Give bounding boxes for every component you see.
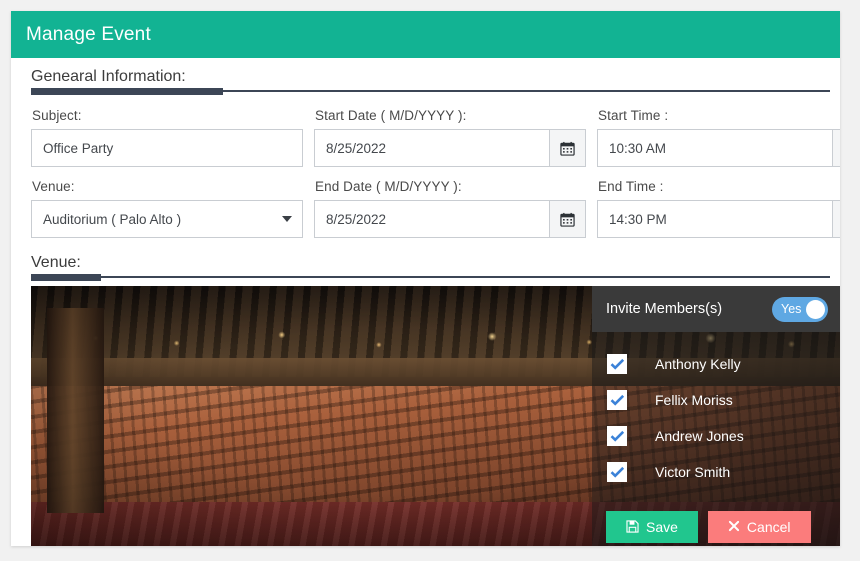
end-time-input[interactable]: 14:30 PM — [597, 200, 840, 238]
cancel-button-label: Cancel — [746, 519, 791, 535]
member-name: Victor Smith — [655, 464, 731, 480]
end-time-input-value[interactable]: 14:30 PM — [598, 201, 832, 237]
venue-select-value[interactable]: Auditorium ( Palo Alto ) — [32, 201, 272, 237]
manage-event-card: Manage Event Genearal Information: Subje… — [11, 11, 840, 546]
checkbox-icon[interactable] — [607, 390, 627, 410]
list-item[interactable]: Anthony Kelly — [592, 346, 840, 382]
invite-members-panel: Invite Members(s) Yes Anthony Kelly Fell… — [592, 286, 840, 546]
field-subject: Subject: Office Party — [31, 102, 303, 167]
list-item[interactable]: Victor Smith — [592, 454, 840, 490]
label-start-date: Start Date ( M/D/YYYY ): — [315, 108, 467, 123]
save-button[interactable]: Save — [606, 511, 698, 543]
calendar-icon[interactable] — [549, 130, 585, 166]
field-end-date: End Date ( M/D/YYYY ): 8/25/2022 — [314, 173, 586, 238]
app-root: Manage Event Genearal Information: Subje… — [0, 0, 860, 561]
close-x-icon — [728, 520, 740, 534]
field-start-time: Start Time : 10:30 AM — [597, 102, 840, 167]
page-title: Manage Event — [26, 23, 151, 45]
checkbox-icon[interactable] — [607, 354, 627, 374]
start-date-input-value[interactable]: 8/25/2022 — [315, 130, 549, 166]
section-accent-bar — [31, 274, 101, 281]
checkbox-icon[interactable] — [607, 426, 627, 446]
section-title-general: Genearal Information: — [31, 68, 186, 85]
section-divider-general — [31, 88, 830, 95]
start-date-input[interactable]: 8/25/2022 — [314, 129, 586, 167]
end-date-input-value[interactable]: 8/25/2022 — [315, 201, 549, 237]
member-name: Anthony Kelly — [655, 356, 741, 372]
member-name: Andrew Jones — [655, 428, 744, 444]
cancel-button[interactable]: Cancel — [707, 511, 811, 543]
event-form: Subject: Office Party Start Date ( M/D/Y… — [21, 92, 840, 244]
clock-icon[interactable] — [832, 201, 840, 237]
subject-input[interactable]: Office Party — [31, 129, 303, 167]
member-name: Fellix Moriss — [655, 392, 733, 408]
field-start-date: Start Date ( M/D/YYYY ): 8/25/2022 — [314, 102, 586, 167]
invite-members-toggle[interactable]: Yes — [772, 296, 828, 322]
section-divider-venue — [31, 274, 830, 281]
calendar-icon[interactable] — [549, 201, 585, 237]
venue-image: Invite Members(s) Yes Anthony Kelly Fell… — [31, 286, 840, 546]
field-venue: Venue: Auditorium ( Palo Alto ) — [31, 173, 303, 238]
venue-select[interactable]: Auditorium ( Palo Alto ) — [31, 200, 303, 238]
save-button-label: Save — [646, 519, 678, 535]
start-time-input-value[interactable]: 10:30 AM — [598, 130, 832, 166]
end-date-input[interactable]: 8/25/2022 — [314, 200, 586, 238]
section-accent-bar — [31, 88, 223, 95]
invite-panel-title: Invite Members(s) — [606, 301, 723, 317]
toggle-knob — [806, 299, 825, 319]
clock-icon[interactable] — [832, 130, 840, 166]
checkbox-icon[interactable] — [607, 462, 627, 482]
chevron-down-icon[interactable] — [272, 201, 302, 237]
label-subject: Subject: — [32, 108, 82, 123]
invite-panel-actions: Save Cancel — [606, 511, 811, 543]
label-end-time: End Time : — [598, 179, 664, 194]
section-venue: Venue: — [21, 244, 830, 281]
field-end-time: End Time : 14:30 PM — [597, 173, 840, 238]
card-body: Genearal Information: Subject: Office Pa… — [11, 58, 840, 546]
invite-toggle-label: Yes — [781, 302, 802, 316]
subject-input-value[interactable]: Office Party — [32, 130, 302, 166]
list-item[interactable]: Fellix Moriss — [592, 382, 840, 418]
member-list: Anthony Kelly Fellix Moriss Andrew Jones… — [592, 332, 840, 490]
section-general-information: Genearal Information: — [21, 58, 830, 95]
start-time-input[interactable]: 10:30 AM — [597, 129, 840, 167]
label-end-date: End Date ( M/D/YYYY ): — [315, 179, 462, 194]
floppy-disk-icon — [626, 519, 639, 535]
label-venue: Venue: — [32, 179, 75, 194]
invite-panel-header: Invite Members(s) Yes — [592, 286, 840, 332]
card-header: Manage Event — [11, 11, 840, 58]
label-start-time: Start Time : — [598, 108, 669, 123]
section-title-venue: Venue: — [31, 254, 81, 271]
list-item[interactable]: Andrew Jones — [592, 418, 840, 454]
